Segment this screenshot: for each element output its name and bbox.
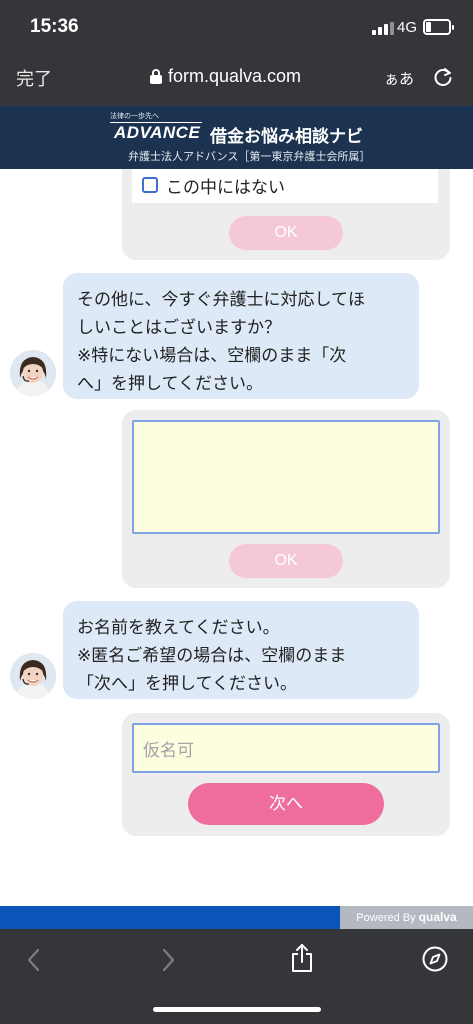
powered-by-brand: qualva: [418, 910, 457, 924]
text-size-button[interactable]: ぁあ: [384, 68, 414, 89]
brand-tagline: 法律の一歩先へ: [110, 112, 159, 120]
status-time: 15:36: [30, 16, 79, 37]
bubble-line: しいことはございますか？: [77, 318, 281, 338]
checkbox[interactable]: [142, 177, 158, 193]
back-icon[interactable]: [24, 947, 44, 977]
status-bar: 15:36 4G: [0, 0, 473, 56]
battery-icon: [423, 19, 454, 35]
home-indicator[interactable]: [153, 1007, 321, 1012]
share-icon[interactable]: [290, 943, 314, 977]
site-header: 法律の一歩先へ ADVANCE 借金お悩み相談ナビ 弁護士法人アドバンス［第一東…: [0, 106, 473, 169]
network-type: 4G: [397, 19, 418, 36]
site-title: 借金お悩み相談ナビ: [210, 127, 363, 147]
site-subtitle: 弁護士法人アドバンス［第一東京弁護士会所属］: [128, 150, 371, 163]
ok-button[interactable]: OK: [229, 216, 343, 250]
bubble-line: へ」を押してください。: [77, 374, 263, 394]
lock-icon: [150, 69, 162, 84]
choice-option-none[interactable]: この中にはない: [132, 169, 438, 203]
bubble-line: その他に、今すぐ弁護士に対応してほ: [77, 290, 365, 310]
done-button[interactable]: 完了: [16, 65, 52, 91]
name-input-placeholder: 仮名可: [143, 740, 194, 761]
compass-icon[interactable]: [421, 945, 449, 977]
browser-url-bar: 完了 form.qualva.com ぁあ: [0, 56, 473, 106]
question-bubble-name: お名前を教えてください。 ※匿名ご希望の場合は、空欄のまま 「次へ」を押してくだ…: [63, 601, 419, 699]
signal-icon: [372, 22, 394, 35]
question-bubble-other: その他に、今すぐ弁護士に対応してほ しいことはございますか？ ※特にない場合は、…: [63, 273, 419, 399]
powered-by-prefix: Powered By: [356, 912, 419, 924]
free-text-answer-box: OK: [122, 410, 450, 588]
bubble-line: ※匿名ご希望の場合は、空欄のまま: [77, 646, 347, 666]
bubble-line: ※特にない場合は、空欄のまま「次: [77, 346, 347, 366]
name-answer-box: 仮名可 次へ: [122, 713, 450, 836]
other-request-textarea[interactable]: [132, 420, 440, 534]
address-field[interactable]: form.qualva.com: [150, 66, 301, 87]
powered-by-badge[interactable]: Powered By qualva: [340, 906, 473, 929]
ok-button[interactable]: OK: [229, 544, 343, 578]
url-text: form.qualva.com: [168, 66, 302, 86]
choice-label: この中にはない: [166, 177, 285, 198]
powered-by-bar: Powered By qualva: [0, 906, 473, 929]
choice-answer-box: この中にはない OK: [122, 169, 450, 260]
operator-avatar: [10, 653, 56, 699]
brand-logo[interactable]: ADVANCE: [114, 123, 200, 143]
bubble-line: お名前を教えてください。: [77, 618, 280, 638]
reload-icon[interactable]: [432, 66, 454, 92]
forward-icon[interactable]: [158, 947, 178, 977]
next-button[interactable]: 次へ: [188, 783, 384, 825]
chat-area: この中にはない OK その他に、今すぐ弁護士に対応してほ しいことはございますか…: [0, 169, 473, 906]
operator-avatar: [10, 350, 56, 396]
bubble-line: 「次へ」を押してください。: [77, 674, 297, 694]
name-input[interactable]: 仮名可: [132, 723, 440, 773]
